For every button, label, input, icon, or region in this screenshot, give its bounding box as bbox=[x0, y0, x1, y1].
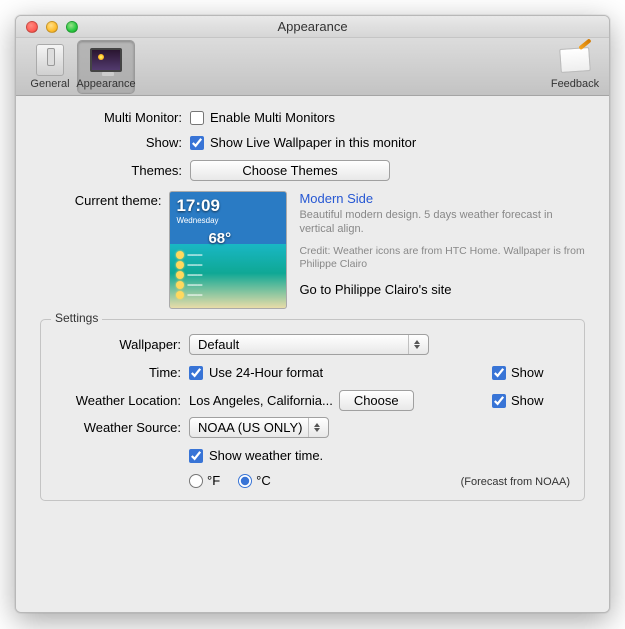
unit-c-radio[interactable] bbox=[238, 474, 252, 488]
weather-location-label: Weather Location: bbox=[53, 393, 189, 408]
titlebar: Appearance bbox=[16, 16, 609, 38]
minimize-icon[interactable] bbox=[46, 21, 58, 33]
show-weather-time-text: Show weather time. bbox=[209, 448, 323, 463]
current-theme-label: Current theme: bbox=[40, 191, 169, 208]
toolbar-feedback[interactable]: Feedback bbox=[547, 41, 603, 93]
weather-show[interactable]: Show bbox=[492, 393, 572, 408]
unit-f-radio[interactable] bbox=[189, 474, 203, 488]
theme-author-link[interactable]: Go to Philippe Clairo's site bbox=[299, 282, 585, 297]
show-weather-time[interactable]: Show weather time. bbox=[189, 448, 323, 463]
weather-show-checkbox[interactable] bbox=[492, 394, 506, 408]
enable-multi-monitors[interactable]: Enable Multi Monitors bbox=[190, 110, 335, 125]
use-24hour-checkbox[interactable] bbox=[189, 366, 203, 380]
weather-source-popup[interactable]: NOAA (US ONLY) bbox=[189, 417, 329, 438]
theme-description: Beautiful modern design. 5 days weather … bbox=[299, 208, 585, 237]
toolbar: General Appearance Feedback bbox=[16, 38, 609, 96]
toolbar-appearance-label: Appearance bbox=[76, 78, 135, 90]
theme-temp: 68° bbox=[208, 230, 231, 247]
time-show-checkbox[interactable] bbox=[492, 366, 506, 380]
unit-f-text: °F bbox=[207, 473, 220, 488]
toolbar-general[interactable]: General bbox=[22, 41, 78, 93]
chevron-updown-icon bbox=[308, 418, 324, 437]
weather-source-label: Weather Source: bbox=[53, 420, 189, 435]
unit-celsius[interactable]: °C bbox=[238, 473, 271, 488]
toolbar-feedback-label: Feedback bbox=[551, 78, 599, 90]
use-24hour[interactable]: Use 24-Hour format bbox=[189, 365, 492, 380]
wallpaper-value: Default bbox=[198, 337, 239, 352]
window-title: Appearance bbox=[16, 19, 609, 34]
show-live-wallpaper-checkbox[interactable] bbox=[190, 136, 204, 150]
wallpaper-popup[interactable]: Default bbox=[189, 334, 429, 355]
close-icon[interactable] bbox=[26, 21, 38, 33]
toolbar-appearance[interactable]: Appearance bbox=[78, 41, 134, 93]
enable-multi-monitors-checkbox[interactable] bbox=[190, 111, 204, 125]
show-live-wallpaper-text: Show Live Wallpaper in this monitor bbox=[210, 135, 416, 150]
time-label: Time: bbox=[53, 365, 189, 380]
weather-location-value: Los Angeles, California... bbox=[189, 393, 339, 408]
weather-show-text: Show bbox=[511, 393, 544, 408]
settings-caption: Settings bbox=[51, 311, 102, 325]
settings-group: Settings Wallpaper: Default Time: Use 24… bbox=[40, 319, 585, 501]
theme-forecast: ═══ ═══ ═══ ═══ ═══ bbox=[176, 250, 226, 300]
theme-thumbnail: 17:09 Wednesday 68° ═══ ═══ ═══ ═══ ═══ bbox=[169, 191, 287, 309]
forecast-note: (Forecast from NOAA) bbox=[461, 476, 570, 488]
enable-multi-monitors-text: Enable Multi Monitors bbox=[210, 110, 335, 125]
show-weather-time-checkbox[interactable] bbox=[189, 449, 203, 463]
chevron-updown-icon bbox=[408, 335, 424, 354]
zoom-icon[interactable] bbox=[66, 21, 78, 33]
feedback-icon bbox=[559, 44, 591, 76]
theme-name: Modern Side bbox=[299, 191, 585, 206]
unit-c-text: °C bbox=[256, 473, 271, 488]
content-pane: Multi Monitor: Enable Multi Monitors Sho… bbox=[16, 96, 609, 612]
choose-location-button[interactable]: Choose bbox=[339, 390, 414, 411]
wallpaper-label: Wallpaper: bbox=[53, 337, 189, 352]
choose-themes-button[interactable]: Choose Themes bbox=[190, 160, 390, 181]
use-24hour-text: Use 24-Hour format bbox=[209, 365, 323, 380]
toolbar-general-label: General bbox=[30, 78, 69, 90]
monitor-icon bbox=[90, 44, 122, 76]
window-controls bbox=[16, 21, 78, 33]
unit-fahrenheit[interactable]: °F bbox=[189, 473, 220, 488]
switch-icon bbox=[34, 44, 66, 76]
time-show-text: Show bbox=[511, 365, 544, 380]
multi-monitor-label: Multi Monitor: bbox=[40, 110, 190, 125]
theme-credit: Credit: Weather icons are from HTC Home.… bbox=[299, 245, 585, 272]
theme-day: Wednesday bbox=[176, 216, 218, 225]
weather-source-value: NOAA (US ONLY) bbox=[198, 420, 303, 435]
time-show[interactable]: Show bbox=[492, 365, 572, 380]
show-label: Show: bbox=[40, 135, 190, 150]
themes-label: Themes: bbox=[40, 163, 190, 178]
preferences-window: Appearance General Appearance Feedback M… bbox=[15, 15, 610, 613]
show-live-wallpaper[interactable]: Show Live Wallpaper in this monitor bbox=[190, 135, 416, 150]
theme-clock: 17:09 bbox=[176, 196, 219, 216]
